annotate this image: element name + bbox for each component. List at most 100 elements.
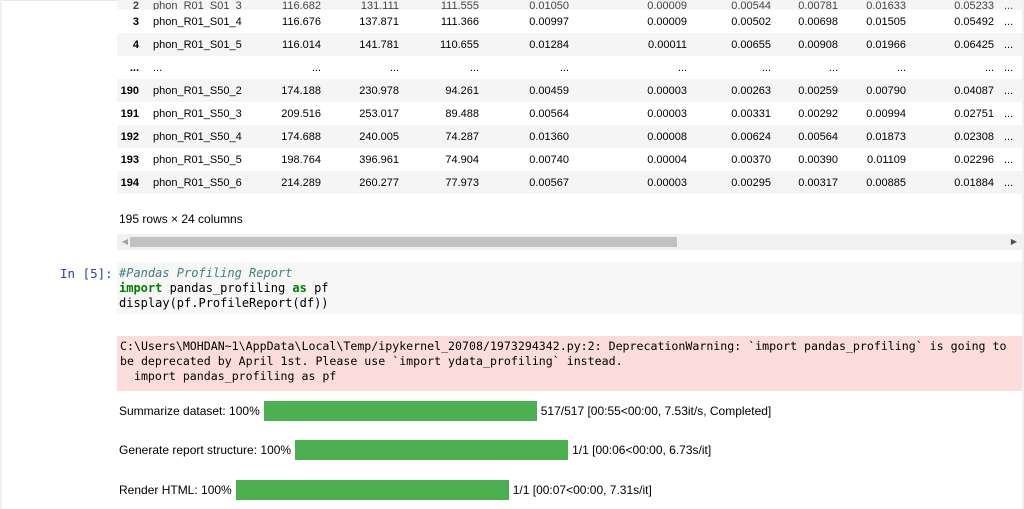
code-comment: #Pandas Profiling Report bbox=[119, 266, 293, 280]
table-cell: ... bbox=[677, 61, 687, 74]
dataframe-output: 2 phon_R01_S01_3 116.682 131.111 111.555 0.01… bbox=[117, 0, 1022, 194]
table-cell: 0.01966 bbox=[848, 33, 916, 56]
table-cell: 0.00003 bbox=[579, 171, 697, 194]
left-gutter bbox=[0, 0, 2, 509]
table-cell: ... bbox=[1004, 153, 1014, 166]
table-cell: ... bbox=[1004, 33, 1022, 56]
deprecation-warning-text: C:\Users\MOHDAN~1\AppData\Local\Temp/ipy… bbox=[120, 339, 1007, 383]
table-row: 193 phon_R01_S50_5 198.764 396.961 74.904 0.0… bbox=[117, 148, 1022, 171]
dataframe-table: 2 phon_R01_S01_3 116.682 131.111 111.555 0.01… bbox=[117, 0, 1022, 194]
table-cell: 0.01360 bbox=[489, 125, 579, 148]
table-cell: 0.04087 bbox=[916, 79, 1004, 102]
table-cell: 0.01284 bbox=[489, 33, 579, 56]
table-cell: 0.00740 bbox=[529, 153, 569, 166]
table-cell: ... bbox=[1004, 107, 1014, 120]
row-name-cell: phon_R01_S50_5 bbox=[153, 153, 242, 166]
table-cell: 110.655 bbox=[409, 33, 489, 56]
code-alias: pf bbox=[306, 281, 329, 295]
row-index: 3 bbox=[132, 15, 139, 28]
table-cell: 137.871 bbox=[359, 15, 399, 28]
table-cell: 0.00567 bbox=[489, 171, 579, 194]
row-name-cell: ... bbox=[153, 61, 163, 74]
table-cell: 0.00564 bbox=[781, 125, 848, 148]
progress-bar bbox=[295, 440, 569, 460]
table-cell: 89.488 bbox=[445, 107, 479, 120]
table-cell: 230.978 bbox=[331, 79, 409, 102]
table-cell: 0.00295 bbox=[697, 171, 781, 194]
scrollbar-thumb[interactable] bbox=[130, 237, 677, 247]
table-cell: 0.00003 bbox=[647, 107, 687, 120]
progress-row-generate: Generate report structure: 100% 1/1 [00:… bbox=[119, 440, 711, 460]
table-cell: 111.366 bbox=[440, 15, 479, 28]
table-cell: ... bbox=[1004, 125, 1022, 148]
progress-status: 1/1 [00:07<00:00, 7.31s/it] bbox=[512, 483, 652, 497]
code-cell-input[interactable]: #Pandas Profiling Report import pandas_p… bbox=[117, 262, 1022, 314]
table-cell: 141.781 bbox=[331, 33, 409, 56]
table-cell: 74.904 bbox=[445, 153, 479, 166]
table-cell: 0.00011 bbox=[579, 33, 697, 56]
table-cell: ... bbox=[389, 61, 399, 74]
table-cell: 0.00331 bbox=[731, 107, 771, 120]
table-cell: 77.973 bbox=[409, 171, 489, 194]
table-cell: 0.00292 bbox=[798, 107, 838, 120]
progress-label: Generate report structure: 100% bbox=[119, 443, 292, 457]
table-cell: 0.00698 bbox=[798, 15, 838, 28]
table-cell: 253.017 bbox=[359, 107, 399, 120]
table-cell: 0.02308 bbox=[916, 125, 1004, 148]
table-cell: 174.688 bbox=[263, 125, 331, 148]
table-cell: 240.005 bbox=[331, 125, 409, 148]
table-cell: 0.00997 bbox=[529, 15, 569, 28]
table-cell: ... bbox=[761, 61, 771, 74]
table-cell: 0.01109 bbox=[867, 153, 906, 166]
table-cell: 0.00009 bbox=[647, 15, 687, 28]
table-cell: ... bbox=[828, 61, 838, 74]
row-index: 2 bbox=[117, 0, 147, 10]
table-cell: 0.00790 bbox=[848, 79, 916, 102]
table-cell: 0.01633 bbox=[848, 0, 916, 10]
row-name-cell: phon_R01_S01_3 bbox=[147, 0, 263, 10]
table-cell: 74.287 bbox=[409, 125, 489, 148]
table-cell: 0.00885 bbox=[848, 171, 916, 194]
row-index: 190 bbox=[117, 79, 147, 102]
table-cell: ... bbox=[1004, 15, 1014, 28]
table-row: .................................... bbox=[117, 56, 1022, 79]
table-cell: 0.01505 bbox=[866, 15, 906, 28]
table-cell: 0.00263 bbox=[697, 79, 781, 102]
table-cell: 0.00624 bbox=[697, 125, 781, 148]
row-index: 194 bbox=[117, 171, 147, 194]
table-cell: 116.682 bbox=[263, 0, 331, 10]
table-cell: ... bbox=[984, 61, 994, 74]
table-row: 2 phon_R01_S01_3 116.682 131.111 111.555 0.01… bbox=[117, 0, 1022, 10]
progress-row-render: Render HTML: 100% 1/1 [00:07<00:00, 7.31… bbox=[119, 480, 652, 500]
table-cell: 116.014 bbox=[263, 33, 331, 56]
table-cell: 0.01050 bbox=[489, 0, 579, 10]
progress-label: Summarize dataset: 100% bbox=[119, 404, 260, 418]
row-name-cell: phon_R01_S01_4 bbox=[153, 15, 242, 28]
table-cell: 174.188 bbox=[263, 79, 331, 102]
progress-status: 1/1 [00:06<00:00, 6.73s/it] bbox=[572, 443, 712, 457]
progress-bar bbox=[235, 480, 509, 500]
table-cell: ... bbox=[559, 61, 569, 74]
table-cell: 260.277 bbox=[331, 171, 409, 194]
dataframe-shape: 195 rows × 24 columns bbox=[119, 212, 243, 226]
code-keyword-import: import bbox=[119, 281, 163, 295]
table-cell: 0.00009 bbox=[579, 0, 697, 10]
row-name-cell: phon_R01_S01_5 bbox=[147, 33, 263, 56]
table-cell: 0.00004 bbox=[647, 153, 687, 166]
row-index: 4 bbox=[117, 33, 147, 56]
code-line-display: display(pf.ProfileReport(df)) bbox=[119, 296, 329, 310]
code-keyword-as: as bbox=[292, 281, 307, 295]
row-index: 191 bbox=[120, 107, 139, 120]
scroll-right-arrow-icon[interactable]: ▶ bbox=[1006, 234, 1022, 250]
horizontal-scrollbar[interactable]: ◀ ▶ bbox=[117, 234, 1022, 250]
table-cell: 0.00008 bbox=[579, 125, 697, 148]
table-cell: 209.516 bbox=[281, 107, 321, 120]
table-cell: 111.555 bbox=[409, 0, 489, 10]
table-cell: 0.00781 bbox=[781, 0, 848, 10]
table-row: 192 phon_R01_S50_4 174.688 240.005 74.287 0.0… bbox=[117, 125, 1022, 148]
stderr-output: C:\Users\MOHDAN~1\AppData\Local\Temp/ipy… bbox=[117, 336, 1022, 391]
row-name-cell: phon_R01_S50_3 bbox=[153, 107, 242, 120]
table-cell: 0.00317 bbox=[781, 171, 848, 194]
table-row: 194 phon_R01_S50_6 214.289 260.277 77.973 0.0… bbox=[117, 171, 1022, 194]
table-cell: ... bbox=[1004, 79, 1022, 102]
